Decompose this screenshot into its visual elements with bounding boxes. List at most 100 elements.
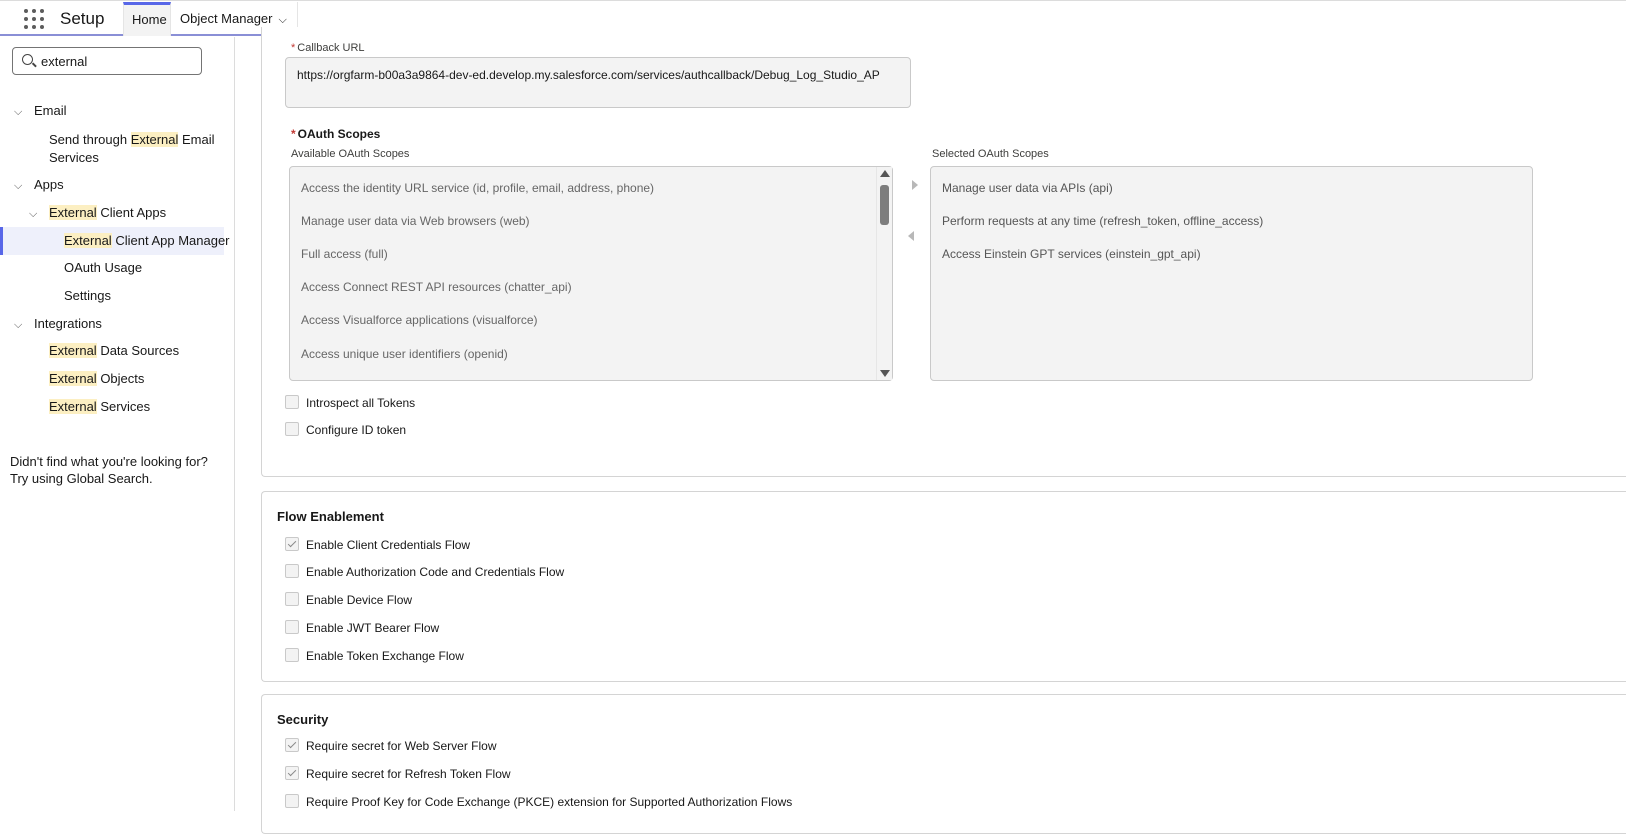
tree-item-external-data-sources[interactable]: External Data Sources xyxy=(49,343,179,358)
required-mark: * xyxy=(291,127,296,141)
require-secret-refresh-token-checkbox[interactable]: Require secret for Refresh Token Flow xyxy=(285,765,511,784)
tree-label-part: Objects xyxy=(96,371,145,386)
checkbox[interactable] xyxy=(285,536,299,551)
enable-jwt-bearer-checkbox[interactable]: Enable JWT Bearer Flow xyxy=(285,619,440,638)
oauth-scopes-title: * OAuth Scopes xyxy=(291,127,380,141)
app-launcher-icon[interactable] xyxy=(24,9,44,29)
scroll-up-icon[interactable] xyxy=(880,170,890,177)
checkbox-label: Introspect all Tokens xyxy=(306,395,416,410)
quick-find-input[interactable] xyxy=(41,52,191,70)
checkbox-label: Require secret for Web Server Flow xyxy=(306,738,497,753)
checkbox-label: Configure ID token xyxy=(306,422,407,437)
required-mark: * xyxy=(291,42,296,54)
tree-item-external-client-app-manager[interactable]: External Client App Manager xyxy=(64,233,230,248)
search-highlight: External xyxy=(49,399,97,414)
tree-item-send-external-email[interactable]: Send through External Email Services xyxy=(49,131,215,167)
selected-scopes-list[interactable]: Manage user data via APIs (api) Perform … xyxy=(930,166,1533,381)
move-right-icon[interactable] xyxy=(912,180,918,190)
flow-enablement-title: Flow Enablement xyxy=(277,509,384,524)
checkbox[interactable] xyxy=(285,619,299,634)
list-item[interactable]: Access the identity URL service (id, pro… xyxy=(301,181,654,195)
tree-item-oauth-usage[interactable]: OAuth Usage xyxy=(64,260,142,275)
security-card: Security Require secret for Web Server F… xyxy=(261,694,1626,834)
scroll-thumb[interactable] xyxy=(880,185,889,225)
enable-client-credentials-checkbox[interactable]: Enable Client Credentials Flow xyxy=(285,536,471,555)
tab-object-manager-label: Object Manager xyxy=(180,11,273,26)
checkbox-label: Enable JWT Bearer Flow xyxy=(306,620,440,635)
tab-home[interactable]: Home xyxy=(123,2,171,36)
tree-label-part: Client Apps xyxy=(96,205,167,220)
tree-node-email[interactable]: ⌵ Email xyxy=(14,103,67,119)
scrollbar[interactable] xyxy=(876,167,892,380)
move-left-icon[interactable] xyxy=(908,231,914,241)
tree-item-external-objects[interactable]: External Objects xyxy=(49,371,144,386)
tree-node-external-client-apps[interactable]: ⌵ External Client Apps xyxy=(29,205,166,221)
checkbox-label: Enable Token Exchange Flow xyxy=(306,648,464,663)
tree-label-part: Email xyxy=(178,132,215,147)
list-item[interactable]: Access Einstein GPT services (einstein_g… xyxy=(942,247,1201,261)
flow-enablement-card: Flow Enablement Enable Client Credential… xyxy=(261,491,1626,682)
tree-label: Apps xyxy=(34,177,64,192)
callback-url-label: * Callback URL xyxy=(291,42,365,54)
checkbox-label: Require secret for Refresh Token Flow xyxy=(306,766,511,781)
chevron-down-icon[interactable]: ⌵ xyxy=(14,106,26,119)
tree-label: Integrations xyxy=(34,316,102,331)
tree-node-integrations[interactable]: ⌵ Integrations xyxy=(14,316,102,332)
require-pkce-checkbox[interactable]: Require Proof Key for Code Exchange (PKC… xyxy=(285,793,793,812)
oauth-scopes-title-text: OAuth Scopes xyxy=(297,127,381,141)
available-scopes-label: Available OAuth Scopes xyxy=(291,148,410,160)
setup-sidebar: ⌵ Email Send through External Email Servi… xyxy=(0,37,235,811)
list-item[interactable]: Access Visualforce applications (visualf… xyxy=(301,313,538,327)
tree-label: Email xyxy=(34,103,67,118)
search-highlight: External xyxy=(49,343,97,358)
list-item[interactable]: Access Connect REST API resources (chatt… xyxy=(301,280,572,294)
scroll-down-icon[interactable] xyxy=(880,370,890,377)
tree-label-part: Services xyxy=(49,150,99,165)
callback-url-textarea[interactable]: https://orgfarm-b00a3a9864-dev-ed.develo… xyxy=(285,57,911,108)
tree-item-settings[interactable]: Settings xyxy=(64,288,111,303)
tree-label-part: Data Sources xyxy=(96,343,180,358)
checkbox-label: Require Proof Key for Code Exchange (PKC… xyxy=(306,794,793,809)
tree-node-apps[interactable]: ⌵ Apps xyxy=(14,177,64,193)
chevron-down-icon[interactable]: ⌵ xyxy=(14,319,26,332)
tree-label-part: Services xyxy=(96,399,151,414)
available-scopes-list[interactable]: Access the identity URL service (id, pro… xyxy=(289,166,893,381)
list-item[interactable]: Perform requests at any time (refresh_to… xyxy=(942,214,1263,228)
search-highlight: External xyxy=(49,371,97,386)
checkbox-label: Enable Device Flow xyxy=(306,592,413,607)
search-highlight: External xyxy=(64,233,112,248)
introspect-tokens-checkbox[interactable]: Introspect all Tokens xyxy=(285,394,416,413)
enable-auth-code-credentials-checkbox[interactable]: Enable Authorization Code and Credential… xyxy=(285,563,564,582)
quick-find-search[interactable] xyxy=(12,47,202,75)
search-highlight: External xyxy=(49,205,97,220)
app-name: Setup xyxy=(60,9,105,28)
oauth-settings-card: * Callback URL https://orgfarm-b00a3a9864… xyxy=(261,27,1626,477)
list-item[interactable]: Manage user data via Web browsers (web) xyxy=(301,214,530,228)
enable-token-exchange-checkbox[interactable]: Enable Token Exchange Flow xyxy=(285,647,464,666)
checkbox[interactable] xyxy=(285,591,299,606)
chevron-down-icon[interactable]: ⌵ xyxy=(14,180,26,193)
checkbox[interactable] xyxy=(285,421,299,436)
require-secret-web-server-checkbox[interactable]: Require secret for Web Server Flow xyxy=(285,737,497,756)
checkbox[interactable] xyxy=(285,394,299,409)
checkbox[interactable] xyxy=(285,563,299,578)
search-icon xyxy=(22,54,33,65)
checkbox[interactable] xyxy=(285,765,299,780)
chevron-down-icon[interactable]: ⌵ xyxy=(29,208,41,221)
help-text: Didn't find what you're looking for? Try… xyxy=(10,454,208,486)
configure-id-token-checkbox[interactable]: Configure ID token xyxy=(285,421,407,440)
security-title: Security xyxy=(277,712,329,727)
search-highlight: External xyxy=(130,132,179,147)
checkbox[interactable] xyxy=(285,793,299,808)
enable-device-flow-checkbox[interactable]: Enable Device Flow xyxy=(285,591,413,610)
main-content: * Callback URL https://orgfarm-b00a3a9864… xyxy=(236,27,1626,834)
checkbox-label: Enable Client Credentials Flow xyxy=(306,537,471,552)
list-item[interactable]: Access unique user identifiers (openid) xyxy=(301,347,508,361)
checkbox[interactable] xyxy=(285,647,299,662)
list-item[interactable]: Full access (full) xyxy=(301,247,388,261)
tree-label-part: Client App Manager xyxy=(111,233,230,248)
list-item[interactable]: Manage user data via APIs (api) xyxy=(942,181,1113,195)
checkbox[interactable] xyxy=(285,737,299,752)
tree-item-external-services[interactable]: External Services xyxy=(49,399,150,414)
callback-url-label-text: Callback URL xyxy=(297,42,365,54)
